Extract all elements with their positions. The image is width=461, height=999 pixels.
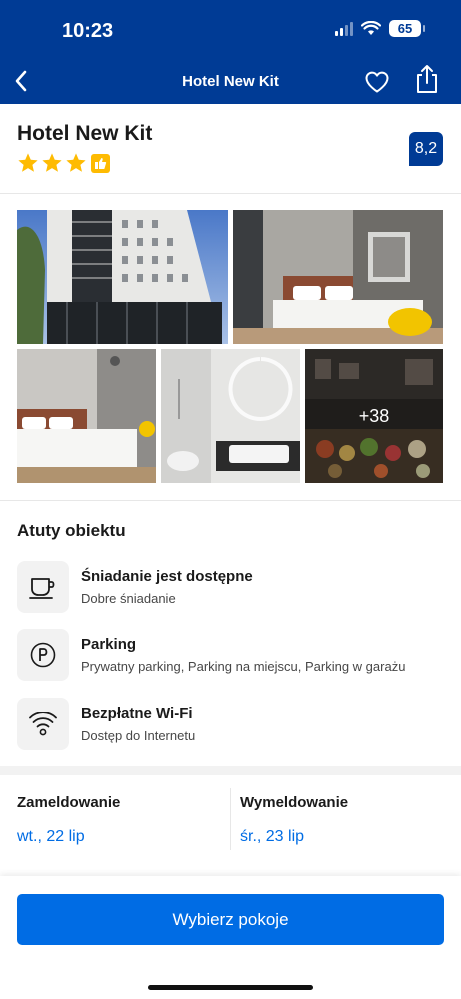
thumbs-up-badge-icon xyxy=(91,153,110,173)
checkin-block[interactable]: Zameldowanie wt., 22 lip xyxy=(17,794,120,846)
checkout-block[interactable]: Wymeldowanie śr., 23 lip xyxy=(240,794,348,846)
page-title: Hotel New Kit xyxy=(182,73,279,90)
coffee-cup-icon xyxy=(17,561,69,613)
star-rating xyxy=(17,152,152,174)
review-score-badge[interactable]: 8,2 xyxy=(409,132,443,166)
features-title: Atuty obiektu xyxy=(17,521,126,540)
status-icons: 65 xyxy=(335,20,425,37)
share-icon[interactable] xyxy=(414,64,440,94)
hotel-title-block: Hotel New Kit xyxy=(17,122,152,174)
feature-parking: Parking Prywatny parking, Parking na mie… xyxy=(17,629,447,681)
battery-icon: 65 xyxy=(389,20,425,37)
divider xyxy=(0,193,461,194)
wifi-icon xyxy=(17,698,69,750)
status-time: 10:23 xyxy=(62,20,114,42)
hotel-photo-room-2[interactable] xyxy=(17,349,156,483)
hotel-photo-exterior[interactable] xyxy=(17,210,228,344)
more-photos-count[interactable]: +38 xyxy=(305,349,443,483)
feature-title: Bezpłatne Wi-Fi xyxy=(81,705,193,722)
feature-title: Parking xyxy=(81,636,137,653)
wifi-status-icon xyxy=(361,21,381,35)
divider xyxy=(0,500,461,501)
feature-title: Śniadanie jest dostępne xyxy=(81,568,253,585)
feature-subtitle: Dobre śniadanie xyxy=(81,591,176,606)
select-rooms-button[interactable]: Wybierz pokoje xyxy=(17,894,444,945)
star-icon xyxy=(42,153,62,172)
hotel-photo-bathroom[interactable] xyxy=(161,349,300,483)
heart-icon[interactable] xyxy=(364,70,390,94)
cellular-signal-icon xyxy=(335,21,353,36)
feature-subtitle: Prywatny parking, Parking na miejscu, Pa… xyxy=(81,659,406,674)
vertical-divider xyxy=(230,788,231,850)
feature-wifi: Bezpłatne Wi-Fi Dostęp do Internetu xyxy=(17,698,447,750)
checkin-label: Zameldowanie xyxy=(17,794,121,811)
hotel-photo-breakfast[interactable]: +38 xyxy=(305,349,443,483)
home-indicator[interactable] xyxy=(148,985,313,990)
parking-icon xyxy=(17,629,69,681)
app-header: 10:23 65 Hotel New Kit xyxy=(0,0,461,104)
checkin-date[interactable]: wt., 22 lip xyxy=(17,828,120,846)
feature-breakfast: Śniadanie jest dostępne Dobre śniadanie xyxy=(17,561,447,613)
checkout-label: Wymeldowanie xyxy=(240,794,349,811)
checkout-date[interactable]: śr., 23 lip xyxy=(240,828,348,846)
hotel-name: Hotel New Kit xyxy=(17,122,153,145)
hotel-photo-room-1[interactable] xyxy=(233,210,443,344)
star-icon xyxy=(66,153,86,172)
section-separator xyxy=(0,766,461,775)
feature-subtitle: Dostęp do Internetu xyxy=(81,728,196,743)
star-icon xyxy=(18,153,38,172)
